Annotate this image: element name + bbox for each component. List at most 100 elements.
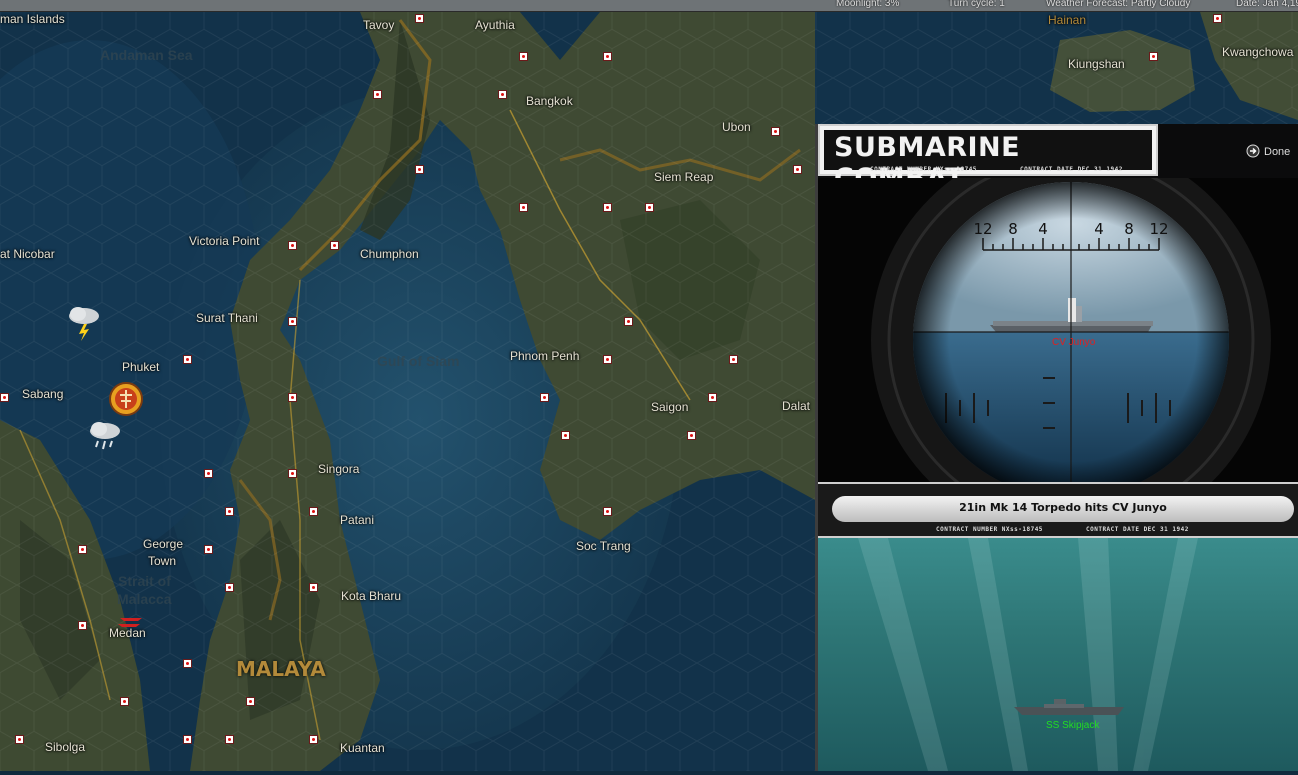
- base-marker[interactable]: [288, 241, 297, 250]
- title-plate: SUBMARINE COMBAT CONTRACT NUMBER NXss-18…: [818, 124, 1158, 194]
- base-marker[interactable]: [309, 735, 318, 744]
- base-marker[interactable]: [645, 203, 654, 212]
- place-label: Hainan: [1048, 13, 1087, 27]
- base-marker[interactable]: [330, 241, 339, 250]
- place-label: Siem Reap: [654, 170, 714, 184]
- turn-cycle-status: Turn cycle: 1: [948, 0, 1005, 9]
- scope-tick-label: 8: [1008, 220, 1018, 238]
- base-marker[interactable]: [120, 697, 129, 706]
- base-marker[interactable]: [225, 507, 234, 516]
- combat-message: 21in Mk 14 Torpedo hits CV Junyo: [959, 501, 1167, 514]
- submarine-combat-panel: SUBMARINE COMBAT CONTRACT NUMBER NXss-18…: [815, 124, 1298, 771]
- contract-date: CONTRACT DATE DEC 31 1942: [1020, 166, 1123, 173]
- place-label: Patani: [340, 513, 375, 527]
- contract-number: CONTRACT NUMBER NXss-18745: [870, 166, 977, 173]
- done-button[interactable]: Done: [1246, 144, 1290, 158]
- base-marker[interactable]: [204, 469, 213, 478]
- base-marker[interactable]: [0, 393, 9, 402]
- place-label: Sibolga: [45, 740, 86, 754]
- base-marker[interactable]: [415, 165, 424, 174]
- base-marker[interactable]: [288, 469, 297, 478]
- place-label: man Islands: [0, 12, 65, 26]
- contract-number: CONTRACT NUMBER NXss-18745: [936, 526, 1043, 533]
- ship-task-force-icon[interactable]: [116, 612, 146, 632]
- base-marker[interactable]: [708, 393, 717, 402]
- base-marker[interactable]: [729, 355, 738, 364]
- base-marker[interactable]: [204, 545, 213, 554]
- place-label: Phuket: [122, 360, 160, 374]
- base-marker[interactable]: [288, 393, 297, 402]
- scope-tick-label: 12: [973, 220, 992, 238]
- air-unit-icon[interactable]: [108, 381, 144, 417]
- underwater-svg: [858, 538, 1198, 771]
- rain-cloud-icon: [90, 422, 120, 450]
- place-label: Kuantan: [340, 741, 385, 755]
- sea-label: Gulf of Siam: [377, 353, 460, 369]
- sea-label: Strait of: [118, 573, 171, 589]
- region-label: MALAYA: [236, 657, 326, 681]
- base-marker[interactable]: [246, 697, 255, 706]
- combat-message-plate: 21in Mk 14 Torpedo hits CV Junyo CONTRAC…: [818, 482, 1298, 538]
- base-marker[interactable]: [309, 583, 318, 592]
- base-marker[interactable]: [519, 52, 528, 61]
- scope-tick-label: 8: [1124, 220, 1134, 238]
- base-marker[interactable]: [183, 355, 192, 364]
- weather-forecast-status: Weather Forecast: Partly Cloudy: [1046, 0, 1191, 9]
- base-marker[interactable]: [498, 90, 507, 99]
- base-marker[interactable]: [603, 355, 612, 364]
- periscope-svg: 12 8 4 4 8 12: [871, 178, 1271, 482]
- base-marker[interactable]: [225, 735, 234, 744]
- place-label: Surat Thani: [196, 311, 258, 325]
- moonlight-status: Moonlight: 3%: [836, 0, 900, 9]
- base-marker[interactable]: [1149, 52, 1158, 61]
- place-label: at Nicobar: [0, 247, 55, 261]
- place-label: Town: [148, 554, 177, 568]
- base-marker[interactable]: [603, 507, 612, 516]
- base-marker[interactable]: [225, 583, 234, 592]
- base-marker[interactable]: [288, 317, 297, 326]
- target-ship-label: CV Junyo: [1052, 337, 1096, 348]
- base-marker[interactable]: [687, 431, 696, 440]
- done-label: Done: [1264, 146, 1291, 158]
- combat-message-bar: 21in Mk 14 Torpedo hits CV Junyo: [832, 496, 1294, 522]
- base-marker[interactable]: [373, 90, 382, 99]
- base-marker[interactable]: [415, 14, 424, 23]
- sea-label: Malacca: [117, 591, 172, 607]
- base-marker[interactable]: [603, 203, 612, 212]
- base-marker[interactable]: [309, 507, 318, 516]
- arrow-right-circle-icon: [1246, 144, 1260, 158]
- base-marker[interactable]: [624, 317, 633, 326]
- base-marker[interactable]: [771, 127, 780, 136]
- base-marker[interactable]: [793, 165, 802, 174]
- place-label: Kiungshan: [1068, 57, 1125, 71]
- base-marker[interactable]: [519, 203, 528, 212]
- place-label: Dalat: [782, 399, 811, 413]
- place-label: Tavoy: [363, 18, 395, 32]
- base-marker[interactable]: [603, 52, 612, 61]
- base-marker[interactable]: [540, 393, 549, 402]
- place-label: Bangkok: [526, 94, 573, 108]
- place-label: Victoria Point: [189, 234, 260, 248]
- base-marker[interactable]: [78, 545, 87, 554]
- place-label: Saigon: [651, 400, 689, 414]
- place-label: Soc Trang: [576, 539, 631, 553]
- base-marker[interactable]: [1213, 14, 1222, 23]
- underwater-view: SS Skipjack: [818, 538, 1298, 771]
- sea-label: Andaman Sea: [100, 47, 193, 63]
- scope-tick-label: 4: [1038, 220, 1048, 238]
- base-marker[interactable]: [15, 735, 24, 744]
- place-label: Sabang: [22, 387, 64, 401]
- contract-date: CONTRACT DATE DEC 31 1942: [1086, 526, 1189, 533]
- place-label: Ayuthia: [475, 18, 515, 32]
- status-bar: Moonlight: 3% Turn cycle: 1 Weather Fore…: [0, 0, 1298, 12]
- place-label: George: [143, 537, 184, 551]
- base-marker[interactable]: [78, 621, 87, 630]
- date-status: Date: Jan 4,19: [1236, 0, 1298, 9]
- place-label: Kwangchowa: [1222, 45, 1294, 59]
- base-marker[interactable]: [561, 431, 570, 440]
- base-marker[interactable]: [183, 659, 192, 668]
- thunderstorm-icon: [69, 307, 99, 341]
- base-marker[interactable]: [183, 735, 192, 744]
- place-label: Chumphon: [360, 247, 419, 261]
- place-label: Ubon: [722, 120, 751, 134]
